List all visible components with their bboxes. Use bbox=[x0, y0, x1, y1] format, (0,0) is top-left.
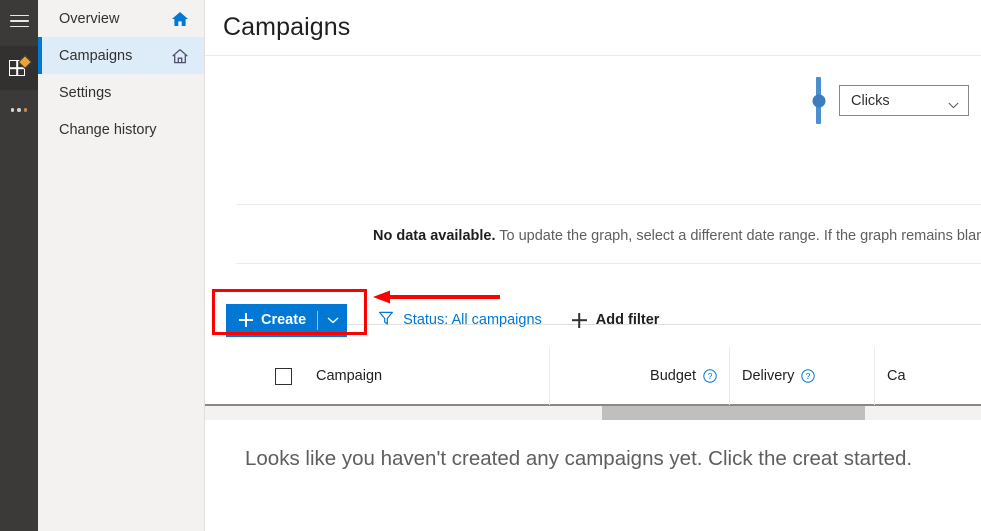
apps-grid-icon bbox=[9, 54, 33, 78]
column-label: Delivery bbox=[742, 368, 795, 384]
column-header-delivery[interactable]: Delivery ? bbox=[729, 347, 874, 405]
column-label: Budget bbox=[650, 368, 696, 384]
metric-slider[interactable] bbox=[812, 77, 825, 124]
create-button[interactable]: Create bbox=[226, 303, 348, 337]
svg-text:?: ? bbox=[708, 371, 713, 381]
app-window: Overview Campaigns Settings Change histo… bbox=[0, 0, 981, 531]
empty-state-message: Looks like you haven't created any campa… bbox=[245, 447, 913, 470]
horizontal-scrollbar[interactable] bbox=[205, 406, 981, 420]
chart-no-data-message: No data available. To update the graph, … bbox=[236, 228, 981, 244]
page-title: Campaigns bbox=[223, 13, 351, 41]
create-button-label: Create bbox=[261, 312, 307, 328]
chart-gridline bbox=[236, 263, 981, 264]
sidebar-item-campaigns[interactable]: Campaigns bbox=[38, 37, 204, 74]
sidebar-item-change-history[interactable]: Change history bbox=[38, 111, 204, 148]
create-button-main[interactable]: Create bbox=[226, 304, 317, 337]
funnel-icon bbox=[378, 310, 394, 330]
home-filled-icon bbox=[170, 10, 190, 28]
global-nav-button[interactable] bbox=[0, 0, 38, 42]
scrollbar-thumb[interactable] bbox=[602, 406, 865, 420]
page-header: Campaigns bbox=[205, 0, 981, 56]
sidebar-nav: Overview Campaigns Settings Change histo… bbox=[38, 0, 205, 531]
svg-text:?: ? bbox=[806, 371, 811, 381]
add-filter-label: Add filter bbox=[595, 312, 660, 328]
select-all-checkbox[interactable] bbox=[274, 367, 292, 385]
apps-button[interactable] bbox=[0, 46, 38, 90]
no-data-strong: No data available. bbox=[373, 228, 496, 244]
icon-rail bbox=[0, 0, 38, 531]
metric-picker: Clicks bbox=[812, 77, 969, 124]
home-outline-icon bbox=[170, 47, 190, 65]
slider-thumb[interactable] bbox=[812, 94, 825, 107]
hamburger-icon bbox=[9, 11, 29, 32]
main-content: Campaigns Clicks No data available. To u… bbox=[205, 0, 981, 531]
column-header-campaign[interactable]: Campaign bbox=[205, 347, 549, 405]
chevron-down-icon bbox=[948, 97, 959, 109]
campaigns-table: Campaign Budget ? Delivery ? Ca Looks li… bbox=[205, 347, 981, 531]
sidebar-item-settings[interactable]: Settings bbox=[38, 74, 204, 111]
metric-dropdown[interactable]: Clicks bbox=[839, 85, 969, 116]
no-data-detail: To update the graph, select a different … bbox=[495, 228, 981, 244]
plus-icon bbox=[572, 313, 587, 328]
metric-dropdown-value: Clicks bbox=[851, 92, 890, 109]
column-header-budget[interactable]: Budget ? bbox=[549, 347, 729, 405]
sidebar-item-label: Change history bbox=[59, 121, 157, 138]
question-circle-icon[interactable]: ? bbox=[801, 369, 816, 383]
column-header-truncated[interactable]: Ca bbox=[874, 347, 981, 405]
column-label: Ca bbox=[887, 368, 906, 384]
ellipsis-icon bbox=[10, 108, 28, 112]
create-button-caret[interactable] bbox=[318, 304, 347, 337]
status-filter[interactable]: Status: All campaigns bbox=[378, 310, 542, 330]
status-filter-label: Status: All campaigns bbox=[403, 312, 542, 328]
table-header-row: Campaign Budget ? Delivery ? Ca bbox=[205, 347, 981, 406]
sidebar-item-label: Settings bbox=[59, 84, 112, 101]
chart-panel: Clicks No data available. To update the … bbox=[205, 56, 981, 325]
sidebar-item-label: Campaigns bbox=[59, 47, 133, 64]
sidebar-item-overview[interactable]: Overview bbox=[38, 0, 204, 37]
question-circle-icon[interactable]: ? bbox=[703, 369, 717, 383]
chart-gridline bbox=[236, 204, 981, 205]
plus-icon bbox=[239, 313, 253, 327]
sidebar-item-label: Overview bbox=[59, 10, 120, 27]
command-bar: Create Status: All campaigns Add filter bbox=[205, 296, 981, 344]
add-filter-button[interactable]: Add filter bbox=[572, 312, 660, 328]
more-button[interactable] bbox=[0, 90, 38, 130]
select-all-cell[interactable] bbox=[257, 367, 309, 385]
chevron-down-icon bbox=[327, 311, 339, 329]
column-label: Campaign bbox=[316, 368, 383, 384]
